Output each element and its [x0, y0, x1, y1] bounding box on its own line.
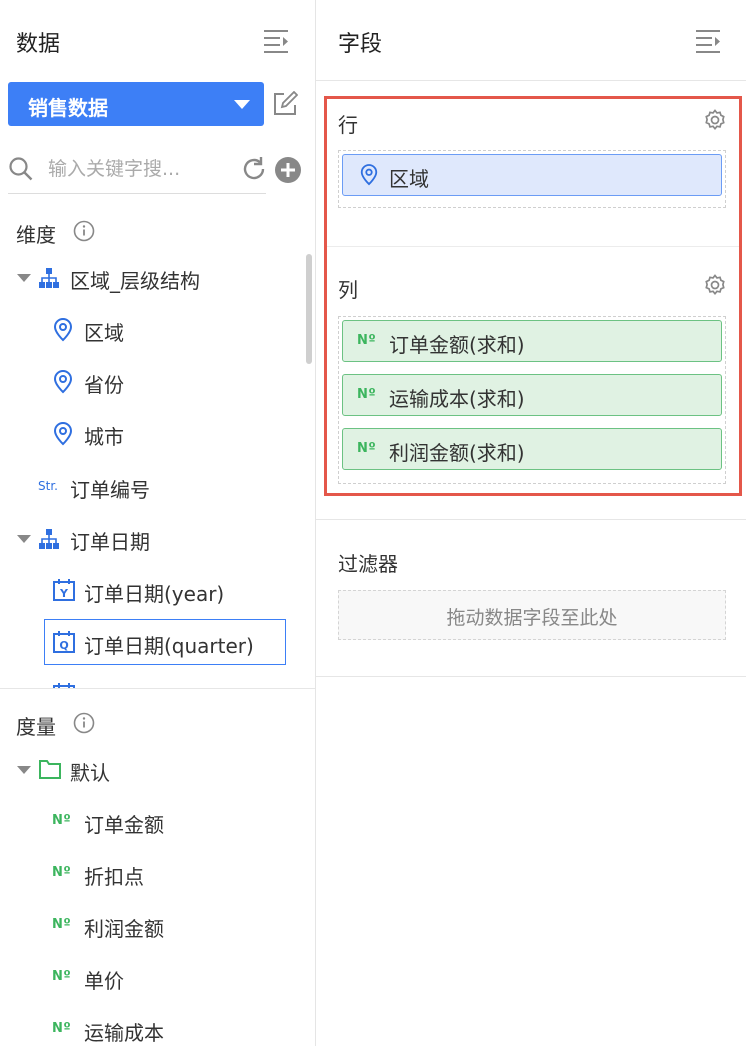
- pill-label: 运输成本(求和): [389, 387, 525, 411]
- tree-field-region[interactable]: 区域: [52, 313, 302, 347]
- dataset-select[interactable]: 销售数据: [8, 82, 264, 126]
- expand-caret-icon[interactable]: [17, 766, 31, 774]
- pill-label: 利润金额(求和): [389, 441, 525, 465]
- tree-measure-profit[interactable]: Nº 利润金额: [52, 909, 302, 943]
- tree-label: 订单日期(quarter): [84, 634, 254, 658]
- tree-field-order-id[interactable]: Str. 订单编号: [38, 470, 302, 504]
- location-icon: [53, 422, 73, 446]
- tree-label: 订单编号: [70, 478, 150, 502]
- search-bar: [8, 148, 266, 194]
- location-icon: [53, 318, 73, 342]
- fields-panel-title: 字段: [338, 32, 383, 57]
- chevron-down-icon: [234, 100, 250, 109]
- search-input[interactable]: [48, 154, 258, 184]
- fields-panel: 字段 行 区域 列 Nº 订单金额(求和) Nº 运输成本(求和) Nº 利润金…: [316, 0, 746, 1046]
- pill-label: 订单金额(求和): [389, 333, 525, 357]
- gear-icon[interactable]: [703, 108, 727, 132]
- tree-label: 利润金额: [84, 917, 164, 941]
- edit-icon[interactable]: [272, 91, 298, 117]
- tree-label: 订单日期: [70, 530, 150, 554]
- collapse-panel-icon[interactable]: [262, 28, 290, 54]
- tree-label: 城市: [84, 425, 124, 449]
- pill-label: 区域: [389, 167, 429, 191]
- tree-label: 单价: [84, 969, 124, 993]
- hierarchy-icon: [39, 529, 59, 549]
- measures-heading: 度量: [16, 715, 56, 739]
- columns-drop-zone[interactable]: Nº 订单金额(求和) Nº 运输成本(求和) Nº 利润金额(求和): [338, 316, 726, 484]
- tree-measure-shipping-cost[interactable]: Nº 运输成本: [52, 1013, 302, 1046]
- tree-measure-order-amount[interactable]: Nº 订单金额: [52, 805, 302, 839]
- tree-label: 运输成本: [84, 1021, 164, 1045]
- column-field-pill[interactable]: Nº 订单金额(求和): [342, 320, 722, 362]
- info-icon[interactable]: [73, 220, 95, 242]
- section-divider: [316, 676, 746, 677]
- tree-node-default-folder[interactable]: 默认: [16, 753, 306, 787]
- columns-label: 列: [338, 278, 358, 302]
- number-icon: Nº: [357, 441, 377, 456]
- header-divider: [316, 80, 746, 81]
- gear-icon[interactable]: [703, 273, 727, 297]
- tree-field-order-date-year[interactable]: Y 订单日期(year): [52, 574, 302, 608]
- number-icon: Nº: [52, 865, 72, 880]
- number-icon: Nº: [52, 917, 72, 932]
- tree-label: 区域: [84, 321, 124, 345]
- tree-field-order-date-quarter[interactable]: Q 订单日期(quarter): [52, 626, 282, 660]
- expand-caret-icon[interactable]: [17, 535, 31, 543]
- rows-label: 行: [338, 113, 358, 137]
- number-icon: Nº: [357, 333, 377, 348]
- tree-label: 折扣点: [84, 865, 144, 889]
- number-icon: Nº: [52, 1021, 72, 1036]
- tree-field-province[interactable]: 省份: [52, 365, 302, 399]
- data-panel-title: 数据: [16, 32, 61, 57]
- folder-icon: [39, 760, 61, 779]
- tree-node-order-date[interactable]: 订单日期: [16, 522, 306, 556]
- location-icon: [53, 370, 73, 394]
- date-quarter-icon: Q: [53, 631, 75, 653]
- dimensions-scrollbar[interactable]: [306, 254, 312, 364]
- tree-measure-discount[interactable]: Nº 折扣点: [52, 857, 302, 891]
- dataset-name: 销售数据: [28, 96, 108, 120]
- svg-text:Y: Y: [59, 587, 69, 600]
- filter-drop-zone[interactable]: 拖动数据字段至此处: [338, 590, 726, 640]
- number-icon: Nº: [357, 387, 377, 402]
- tree-label: 省份: [84, 373, 124, 397]
- add-circle-icon[interactable]: [274, 156, 302, 184]
- string-icon: Str.: [38, 479, 58, 493]
- tree-measure-unit-price[interactable]: Nº 单价: [52, 961, 302, 995]
- hierarchy-icon: [39, 268, 59, 288]
- section-divider: [0, 688, 315, 689]
- expand-caret-icon[interactable]: [17, 274, 31, 282]
- date-year-icon: Y: [53, 579, 75, 601]
- tree-label: 区域_层级结构: [70, 269, 200, 293]
- filter-label: 过滤器: [338, 552, 398, 576]
- row-field-pill[interactable]: 区域: [342, 154, 722, 196]
- tree-label: 默认: [70, 761, 110, 785]
- zone-divider: [327, 246, 739, 247]
- number-icon: Nº: [52, 969, 72, 984]
- location-icon: [360, 164, 378, 186]
- info-icon[interactable]: [73, 712, 95, 734]
- tree-node-region-hierarchy[interactable]: 区域_层级结构: [16, 261, 306, 295]
- tree-field-city[interactable]: 城市: [52, 417, 302, 451]
- collapse-panel-icon[interactable]: [694, 28, 722, 54]
- column-field-pill[interactable]: Nº 运输成本(求和): [342, 374, 722, 416]
- svg-text:Q: Q: [59, 639, 68, 652]
- column-field-pill[interactable]: Nº 利润金额(求和): [342, 428, 722, 470]
- tree-label: 订单金额: [84, 813, 164, 837]
- tree-label: 订单日期(year): [84, 582, 225, 606]
- data-panel: 数据 销售数据 维度 区域_层级结构: [0, 0, 316, 1046]
- refresh-icon[interactable]: [240, 155, 268, 183]
- dimensions-heading: 维度: [16, 223, 56, 247]
- rows-drop-zone[interactable]: 区域: [338, 150, 726, 208]
- search-icon: [9, 157, 33, 181]
- section-divider: [316, 519, 746, 520]
- number-icon: Nº: [52, 813, 72, 828]
